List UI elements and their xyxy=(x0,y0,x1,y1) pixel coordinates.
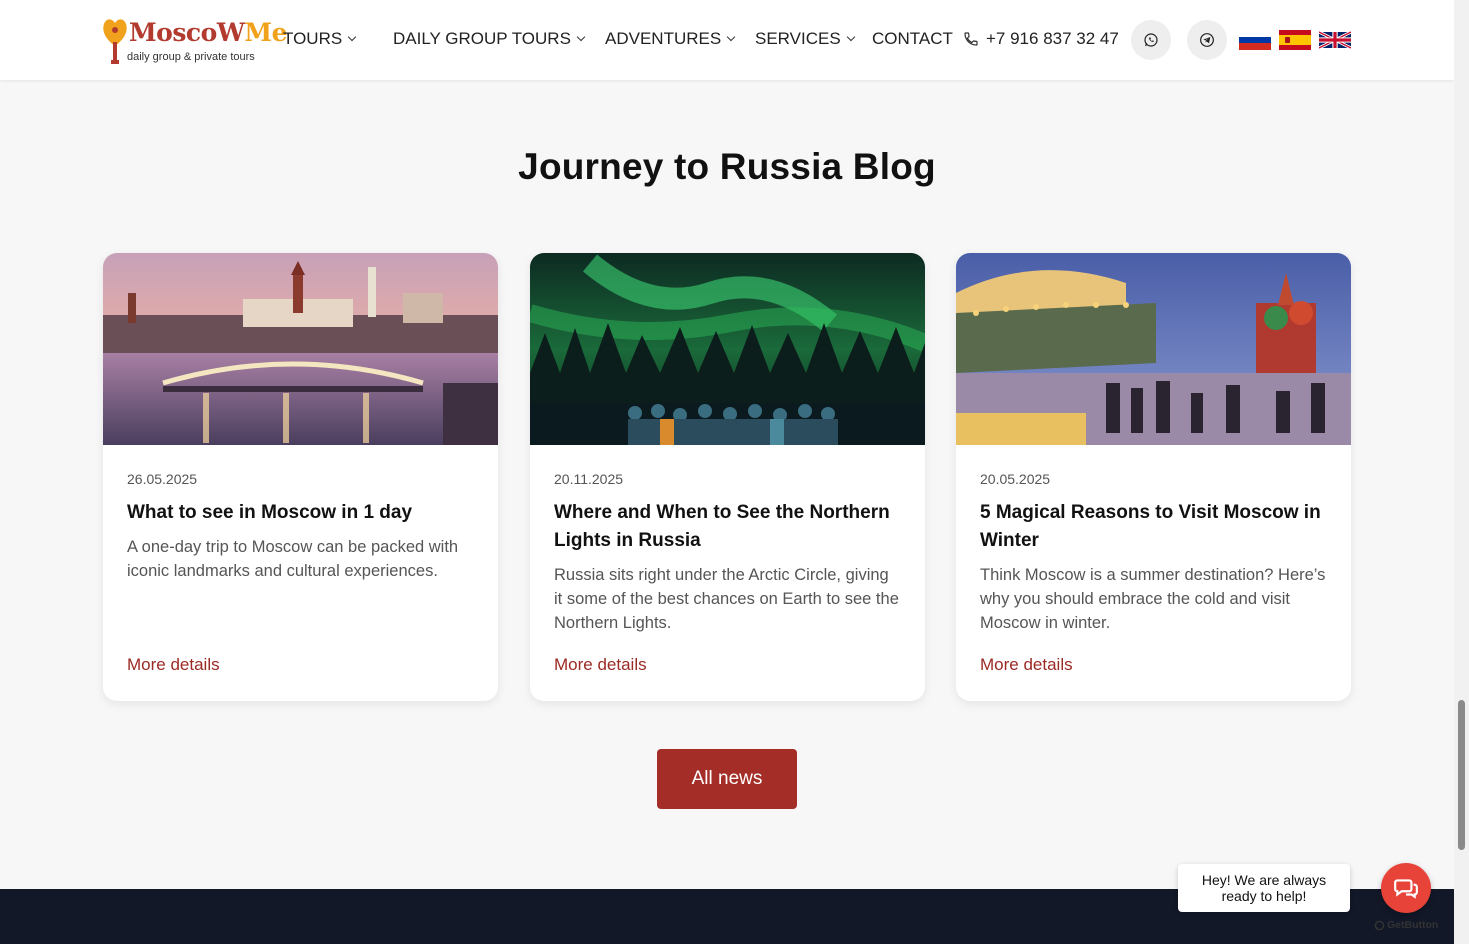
nav-tours[interactable]: TOURS xyxy=(283,29,357,49)
logo-tagline: daily group & private tours xyxy=(127,51,255,63)
chevron-down-icon xyxy=(347,32,357,42)
blog-card-date: 26.05.2025 xyxy=(127,471,198,487)
nav-adventures[interactable]: ADVENTURES xyxy=(605,29,736,49)
whatsapp-icon xyxy=(1144,33,1158,47)
nav-services[interactable]: SERVICES xyxy=(755,29,855,49)
blog-card-title[interactable]: What to see in Moscow in 1 day xyxy=(127,499,474,527)
blog-card-excerpt: Russia sits right under the Arctic Circl… xyxy=(554,566,899,632)
chevron-down-icon xyxy=(576,32,586,42)
all-news-button[interactable]: All news xyxy=(657,749,797,809)
chat-bubbles-icon xyxy=(1394,879,1418,899)
blog-card-excerpt: A one-day trip to Moscow can be packed w… xyxy=(127,538,459,580)
blog-card[interactable]: 20.05.2025 5 Magical Reasons to Visit Mo… xyxy=(956,253,1351,701)
blog-card-date: 20.11.2025 xyxy=(554,471,624,487)
scrollbar-thumb[interactable] xyxy=(1458,700,1465,850)
site-header: MoscoWMe daily group & private tours TOU… xyxy=(0,0,1454,80)
winter-carousel-image xyxy=(956,253,1351,445)
kremlin-dusk-image xyxy=(103,253,498,445)
blog-card-body: 26.05.2025 What to see in Moscow in 1 da… xyxy=(127,471,474,583)
blog-card-title[interactable]: 5 Magical Reasons to Visit Moscow in Win… xyxy=(980,499,1327,555)
balalaika-logo-icon xyxy=(103,19,127,64)
getbutton-logo-icon xyxy=(1374,920,1385,930)
es-flag-icon[interactable] xyxy=(1279,30,1311,50)
phone-link[interactable]: +7 916 837 32 47 xyxy=(963,29,1119,49)
blog-section-title: Journey to Russia Blog xyxy=(518,146,936,187)
blog-card-date: 20.05.2025 xyxy=(980,471,1051,487)
telegram-button[interactable] xyxy=(1187,20,1227,60)
chevron-down-icon xyxy=(726,32,736,42)
chat-greeting-bubble[interactable]: Hey! We are always ready to help! xyxy=(1178,864,1350,912)
page-scrollbar[interactable] xyxy=(1454,0,1469,944)
uk-flag-icon[interactable] xyxy=(1319,30,1351,50)
blog-card[interactable]: 20.11.2025 Where and When to See the Nor… xyxy=(530,253,925,701)
site-logo[interactable]: MoscoWMe daily group & private tours xyxy=(102,14,287,66)
more-details-link[interactable]: More details xyxy=(554,655,647,675)
nav-contact[interactable]: CONTACT xyxy=(872,29,953,49)
blog-card[interactable]: 26.05.2025 What to see in Moscow in 1 da… xyxy=(103,253,498,701)
more-details-link[interactable]: More details xyxy=(980,655,1073,675)
blog-card-title[interactable]: Where and When to See the Northern Light… xyxy=(554,499,901,555)
northern-lights-image xyxy=(530,253,925,445)
ru-flag-icon[interactable] xyxy=(1239,30,1271,50)
chat-open-button[interactable] xyxy=(1381,863,1431,913)
blog-card-body: 20.05.2025 5 Magical Reasons to Visit Mo… xyxy=(980,471,1327,635)
nav-daily-group-tours[interactable]: DAILY GROUP TOURS xyxy=(393,29,586,49)
phone-icon xyxy=(964,32,978,46)
blog-card-excerpt: Think Moscow is a summer destination? He… xyxy=(980,566,1326,632)
chevron-down-icon xyxy=(846,32,855,42)
getbutton-brand[interactable]: GetButton xyxy=(1374,919,1438,931)
more-details-link[interactable]: More details xyxy=(127,655,220,675)
blog-card-body: 20.11.2025 Where and When to See the Nor… xyxy=(554,471,901,635)
whatsapp-button[interactable] xyxy=(1131,20,1171,60)
telegram-icon xyxy=(1200,33,1214,47)
logo-wordmark: MoscoWMe xyxy=(129,18,287,47)
